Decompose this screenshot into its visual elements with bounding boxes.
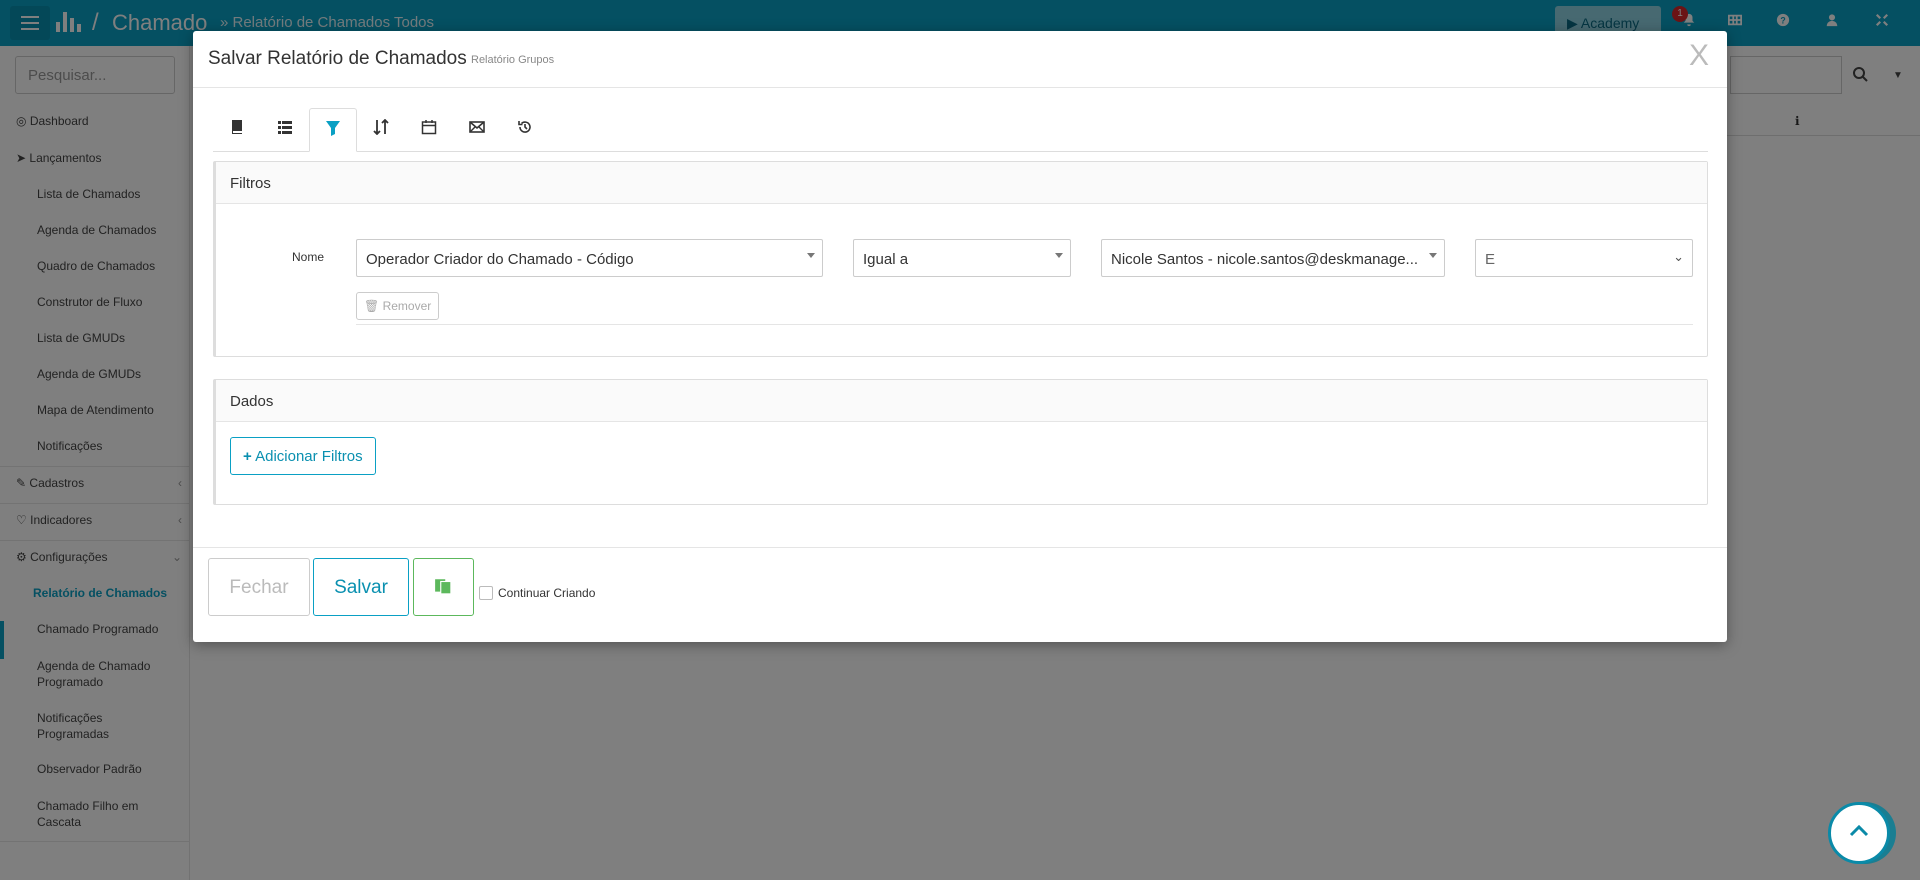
filter-value-text: Nicole Santos - nicole.santos@deskmanage… bbox=[1111, 251, 1419, 268]
tab-sort[interactable] bbox=[357, 108, 405, 152]
caret-down-icon bbox=[1055, 253, 1063, 258]
copy-icon bbox=[435, 579, 452, 595]
envelope-icon bbox=[469, 121, 485, 133]
modal-tabs bbox=[213, 108, 1708, 152]
tab-calendar[interactable] bbox=[405, 108, 453, 152]
tab-filter[interactable] bbox=[309, 108, 357, 152]
add-filter-button[interactable]: + Adicionar Filtros bbox=[230, 437, 376, 475]
save-report-modal: Salvar Relatório de Chamados Relatório G… bbox=[193, 31, 1727, 642]
chevron-down-icon: ⌄ bbox=[1673, 249, 1684, 264]
plus-icon: + bbox=[243, 448, 252, 465]
trash-icon: 🗑 bbox=[364, 299, 380, 313]
filter-field-select[interactable]: Operador Criador do Chamado - Código bbox=[356, 239, 823, 277]
filter-operator-select[interactable]: Igual a bbox=[853, 239, 1071, 277]
modal-title: Salvar Relatório de Chamados bbox=[208, 48, 467, 69]
data-heading: Dados bbox=[216, 380, 1707, 422]
filter-field-value: Operador Criador do Chamado - Código bbox=[366, 251, 634, 268]
scroll-top-button[interactable] bbox=[1828, 802, 1890, 864]
continue-creating-checkbox[interactable] bbox=[479, 586, 493, 600]
filter-value-select[interactable]: Nicole Santos - nicole.santos@deskmanage… bbox=[1101, 239, 1445, 277]
tab-list[interactable] bbox=[261, 108, 309, 152]
filter-logic-select[interactable]: E ⌄ bbox=[1475, 239, 1693, 277]
filter-icon bbox=[326, 121, 340, 136]
sort-icon bbox=[373, 118, 389, 136]
list-icon bbox=[278, 121, 292, 134]
remove-label: Remover bbox=[382, 299, 432, 313]
continue-creating-label: Continuar Criando bbox=[498, 586, 596, 600]
tab-book[interactable] bbox=[213, 108, 261, 152]
calendar-icon bbox=[421, 120, 437, 135]
tab-history[interactable] bbox=[501, 108, 549, 152]
book-icon bbox=[232, 120, 242, 134]
filters-panel: Filtros Nome Operador Criador do Chamado… bbox=[213, 161, 1708, 357]
data-panel: Dados + Adicionar Filtros bbox=[213, 379, 1708, 505]
close-modal-button[interactable]: Fechar bbox=[208, 558, 310, 616]
filter-operator-value: Igual a bbox=[863, 251, 909, 268]
modal-header: Salvar Relatório de Chamados Relatório G… bbox=[193, 31, 1727, 88]
close-button[interactable]: X bbox=[1689, 39, 1709, 73]
duplicate-button[interactable] bbox=[413, 558, 474, 616]
filter-row-divider bbox=[356, 324, 1693, 325]
add-filter-label: Adicionar Filtros bbox=[255, 448, 363, 465]
modal-subtitle: Relatório Grupos bbox=[471, 54, 555, 66]
field-label-nome: Nome bbox=[292, 250, 325, 264]
tab-email[interactable] bbox=[453, 108, 501, 152]
caret-down-icon bbox=[1429, 253, 1437, 258]
history-icon bbox=[518, 121, 531, 133]
caret-down-icon bbox=[807, 253, 815, 258]
filters-heading: Filtros bbox=[216, 162, 1707, 204]
filter-logic-value: E bbox=[1485, 251, 1496, 268]
remove-filter-button[interactable]: 🗑 Remover bbox=[356, 292, 440, 320]
save-button[interactable]: Salvar bbox=[313, 558, 409, 616]
